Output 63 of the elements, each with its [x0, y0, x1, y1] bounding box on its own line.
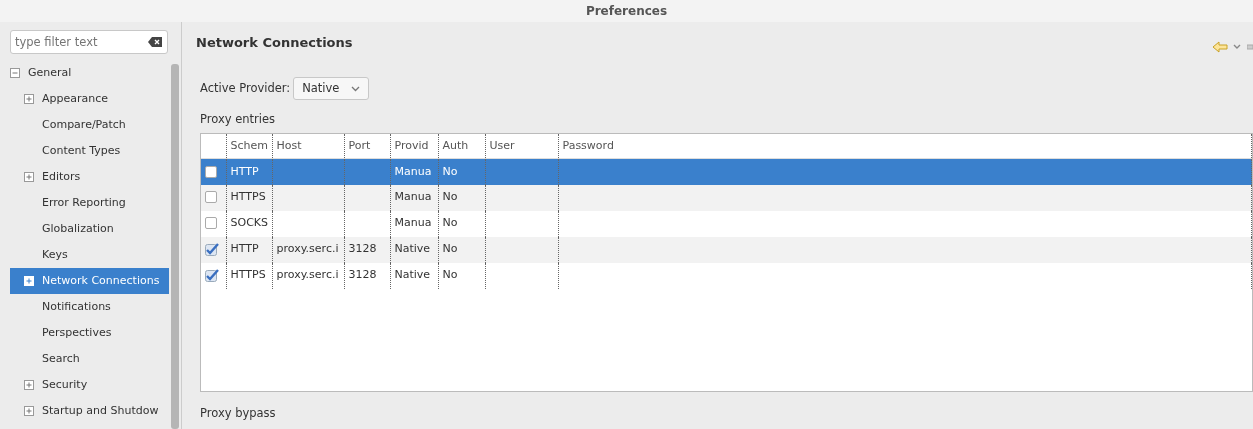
- table-cell: No: [442, 268, 458, 282]
- provider-dropdown[interactable]: Native: [293, 77, 370, 101]
- table-cell: 3128: [348, 268, 377, 282]
- checkbox[interactable]: [205, 241, 219, 258]
- table-cell: Manua: [394, 190, 432, 204]
- table-cell: proxy.serc.i: [276, 242, 339, 256]
- table-cell: 3128: [348, 242, 377, 256]
- tree-item[interactable]: Editors: [10, 164, 169, 190]
- chevron-down-icon: [351, 85, 361, 92]
- provider-label: Active Provider:: [200, 80, 291, 97]
- tree-item[interactable]: Keys: [10, 242, 169, 268]
- clear-icon[interactable]: [148, 37, 162, 47]
- tree-item[interactable]: Network Connections: [10, 268, 169, 294]
- expand-icon[interactable]: [24, 94, 34, 104]
- tree-item[interactable]: Startup and Shutdow: [10, 398, 169, 424]
- section-label: Proxy entries: [200, 111, 276, 129]
- window-title: Preferences: [585, 4, 668, 18]
- checkbox[interactable]: [205, 165, 217, 178]
- table-cell: Native: [394, 242, 431, 256]
- tree-item[interactable]: General: [10, 60, 169, 86]
- table-cell: Manua: [394, 164, 432, 178]
- scrollbar[interactable]: [171, 64, 179, 429]
- table-cell: Manua: [394, 216, 432, 230]
- table-cell: proxy.serc.i: [276, 268, 339, 282]
- checkbox[interactable]: [205, 217, 217, 230]
- tree-item[interactable]: Content Types: [10, 138, 169, 164]
- column-header[interactable]: Port: [344, 133, 390, 159]
- table-cell: Native: [394, 268, 431, 282]
- expand-icon[interactable]: [24, 380, 34, 390]
- section-label: Proxy bypass: [200, 404, 276, 422]
- expand-icon[interactable]: [24, 172, 34, 182]
- tree-item[interactable]: Appearance: [10, 86, 169, 112]
- table-cell: No: [442, 190, 458, 204]
- back-arrow-icon[interactable]: [1211, 41, 1228, 53]
- column-header[interactable]: User: [485, 133, 558, 159]
- tree-item[interactable]: Error Reporting: [10, 190, 169, 216]
- tree-item[interactable]: Compare/Patch: [10, 112, 169, 138]
- column-header[interactable]: Provid: [390, 133, 438, 159]
- column-header[interactable]: Schem: [226, 133, 272, 159]
- table-cell: HTTPS: [230, 268, 266, 282]
- expand-icon[interactable]: [24, 406, 34, 416]
- table-cell: HTTP: [230, 164, 259, 178]
- column-header[interactable]: Host: [272, 133, 344, 159]
- collapse-icon[interactable]: [10, 68, 20, 78]
- page-title: Network Connections: [196, 34, 353, 53]
- column-header[interactable]: Password: [558, 133, 1252, 159]
- tree-item[interactable]: Search: [10, 346, 169, 372]
- tree-item[interactable]: Notifications: [10, 294, 169, 320]
- table-cell: HTTP: [230, 242, 259, 256]
- table-cell: HTTPS: [230, 190, 266, 204]
- filter-field[interactable]: type filter text: [10, 30, 168, 54]
- table-cell: SOCKS: [230, 216, 269, 230]
- forward-arrow-icon[interactable]: [1247, 41, 1253, 53]
- table-cell: No: [442, 164, 458, 178]
- table-cell: No: [442, 242, 458, 256]
- tree-item[interactable]: Globalization: [10, 216, 169, 242]
- column-header[interactable]: Auth: [438, 133, 485, 159]
- checkbox[interactable]: [205, 267, 219, 284]
- tree-item[interactable]: Perspectives: [10, 320, 169, 346]
- table-cell: No: [442, 216, 458, 230]
- checkbox[interactable]: [205, 191, 217, 204]
- tree-item[interactable]: Security: [10, 372, 169, 398]
- chevron-down-icon[interactable]: [1233, 44, 1242, 50]
